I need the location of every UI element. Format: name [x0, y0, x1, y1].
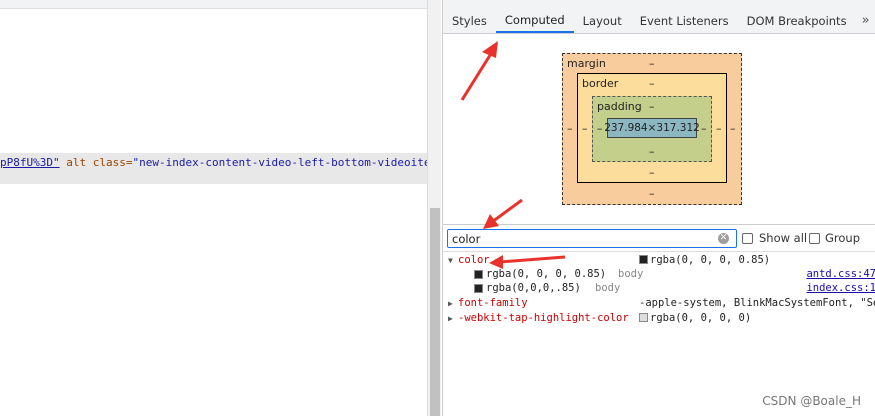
tab-event-listeners[interactable]: Event Listeners	[631, 8, 738, 33]
elements-toolbar	[0, 0, 427, 9]
selected-dom-node[interactable]: pP8fU%3D" alt class="new-index-content-v…	[0, 153, 427, 184]
expanded-triangle-icon[interactable]: ▼	[448, 253, 453, 268]
group-checkbox[interactable]	[809, 233, 820, 244]
trace-source-link[interactable]: antd.css:47	[806, 267, 875, 282]
trace-source-link[interactable]: index.css:1	[806, 281, 875, 296]
trace-selector: body	[595, 282, 621, 294]
dom-attr-link[interactable]: pP8fU%3D"	[0, 156, 60, 169]
show-all-checkbox[interactable]	[742, 233, 753, 244]
margin-bottom-value[interactable]: –	[649, 187, 655, 200]
property-name: color	[458, 254, 490, 266]
color-swatch-icon[interactable]	[474, 284, 483, 293]
color-swatch-icon[interactable]	[639, 313, 648, 322]
border-top-value[interactable]: –	[649, 77, 655, 90]
property-value: rgba(0, 0, 0, 0.85)	[639, 253, 770, 268]
padding-bottom-value[interactable]: –	[649, 145, 655, 158]
clear-filter-icon[interactable]: ✕	[718, 233, 729, 244]
watermark: CSDN @Boale_H	[762, 394, 861, 408]
tab-layout[interactable]: Layout	[574, 8, 631, 33]
sidebar-top-strip	[443, 0, 875, 8]
box-model-margin[interactable]: margin – – – – border – – – – padding – …	[562, 53, 742, 205]
computed-property-row[interactable]: ▶ font-family -apple-system, BlinkMacSys…	[443, 296, 875, 311]
computed-property-row[interactable]: ▶ -webkit-tap-highlight-color rgba(0, 0,…	[443, 311, 875, 326]
computed-property-row[interactable]: ▼ color rgba(0, 0, 0, 0.85)	[443, 253, 875, 268]
group-label[interactable]: Group	[825, 231, 860, 245]
filter-input[interactable]	[447, 229, 737, 248]
collapsed-triangle-icon[interactable]: ▶	[448, 296, 453, 311]
tab-dom-breakpoints[interactable]: DOM Breakpoints	[738, 8, 856, 33]
dom-attr-class: class=	[92, 156, 133, 169]
property-name: -webkit-tap-highlight-color	[458, 312, 629, 324]
box-model-padding[interactable]: padding – – – – 237.984×317.312	[592, 96, 712, 162]
padding-top-value[interactable]: –	[649, 100, 655, 113]
property-value: rgba(0, 0, 0, 0)	[639, 311, 751, 326]
tab-styles[interactable]: Styles	[443, 8, 496, 33]
color-swatch-icon[interactable]	[639, 255, 648, 264]
padding-label: padding	[597, 100, 642, 113]
color-swatch-icon[interactable]	[474, 270, 483, 279]
margin-left-value[interactable]: –	[567, 122, 573, 135]
property-value: -apple-system, BlinkMacSystemFont, "Se	[639, 297, 875, 309]
elements-panel: pP8fU%3D" alt class="new-index-content-v…	[0, 0, 427, 416]
property-trace-row[interactable]: rgba(0,0,0,.85) body index.css:1	[443, 281, 875, 296]
computed-filter-bar: ✕ Show all Group	[443, 224, 875, 252]
border-left-value[interactable]: –	[582, 122, 588, 135]
border-label: border	[582, 77, 619, 90]
collapsed-triangle-icon[interactable]: ▶	[448, 311, 453, 326]
dom-attr-class-value: "new-index-content-video-left-bottom-vid…	[132, 156, 427, 169]
box-model-border[interactable]: border – – – – padding – – – – 237.984×3…	[577, 73, 727, 183]
show-all-label[interactable]: Show all	[759, 231, 807, 245]
property-trace-row[interactable]: rgba(0, 0, 0, 0.85) body antd.css:47	[443, 267, 875, 282]
margin-right-value[interactable]: –	[730, 122, 736, 135]
styles-sidebar: Styles Computed Layout Event Listeners D…	[442, 0, 875, 416]
trace-value: rgba(0, 0, 0, 0.85)	[486, 268, 607, 280]
trace-selector: body	[618, 268, 644, 280]
dom-attr-alt: alt	[66, 156, 87, 169]
border-right-value[interactable]: –	[716, 122, 722, 135]
tab-computed[interactable]: Computed	[495, 8, 574, 33]
trace-value: rgba(0,0,0,.85)	[486, 282, 581, 294]
more-tabs-chevron-icon[interactable]: »	[856, 8, 875, 33]
property-name: font-family	[458, 297, 528, 309]
scrollbar-thumb[interactable]	[430, 208, 440, 416]
margin-top-value[interactable]: –	[649, 57, 655, 70]
padding-left-value[interactable]: –	[597, 122, 603, 135]
elements-scrollbar[interactable]	[427, 0, 441, 416]
box-model-content-size[interactable]: 237.984×317.312	[604, 118, 700, 138]
sidebar-tabs: Styles Computed Layout Event Listeners D…	[443, 8, 875, 34]
padding-right-value[interactable]: –	[701, 122, 707, 135]
border-bottom-value[interactable]: –	[649, 166, 655, 179]
margin-label: margin	[567, 57, 606, 70]
